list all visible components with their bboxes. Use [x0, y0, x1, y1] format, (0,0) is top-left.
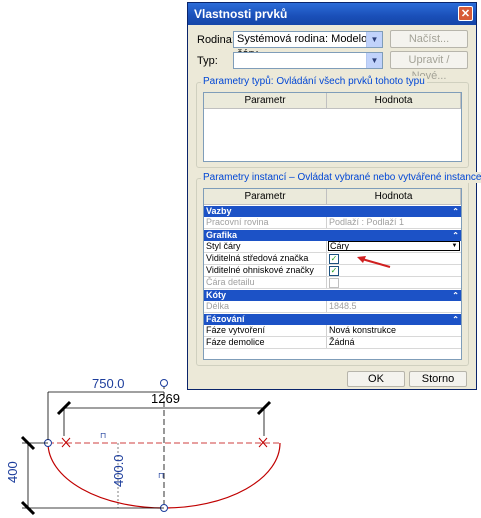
family-label: Rodina: — [197, 34, 235, 46]
type-label: Typ: — [197, 55, 218, 67]
center-mark-checkbox[interactable]: ✓ — [329, 254, 339, 264]
type-select[interactable]: ▼ — [233, 52, 383, 69]
param-row[interactable]: Délka 1848.5 — [204, 301, 461, 313]
close-icon[interactable]: ✕ — [458, 6, 473, 21]
dim-text-width[interactable]: 1269 — [151, 391, 180, 406]
load-button[interactable]: Načíst... — [390, 30, 468, 48]
dialog-title-bar[interactable]: Vlastnosti prvků ✕ — [188, 3, 476, 25]
param-row[interactable]: Čára detailu — [204, 277, 461, 289]
edit-new-button[interactable]: Upravit / Nové... — [390, 51, 468, 82]
chevron-up-icon[interactable]: ⌃ — [452, 314, 459, 325]
type-params-title: Parametry typů: Ovládání všech prvků toh… — [201, 76, 427, 87]
type-params-header-value[interactable]: Hodnota — [327, 93, 461, 108]
family-select[interactable]: Systémová rodina: Modelové čáry ▼ — [233, 31, 383, 60]
dim-text-radius[interactable]: 750.0 — [92, 376, 125, 391]
section-header-phasing[interactable]: Fázování ⌃ — [204, 313, 461, 325]
dialog-title: Vlastnosti prvků — [194, 7, 288, 21]
chevron-down-icon[interactable]: ▼ — [450, 242, 459, 250]
param-row[interactable]: Fáze vytvoření Nová konstrukce — [204, 325, 461, 337]
param-row[interactable]: Viditelné ohniskové značky ✓ — [204, 265, 461, 277]
instance-params-title: Parametry instancí – Ovládat vybrané neb… — [201, 172, 481, 183]
param-row[interactable]: Viditelná středová značka ✓ — [204, 253, 461, 265]
focus-marks-checkbox[interactable]: ✓ — [329, 266, 339, 276]
section-header-graphics[interactable]: Grafika ⌃ — [204, 229, 461, 241]
instance-params-table[interactable]: Parametr Hodnota Vazby ⌃ Pracovní rovina … — [203, 188, 462, 360]
param-row[interactable]: Fáze demolice Žádná — [204, 337, 461, 349]
element-properties-dialog: Vlastnosti prvků ✕ Rodina: Systémová rod… — [187, 2, 481, 390]
dim-text-height[interactable]: 400 — [5, 461, 20, 483]
chevron-down-icon[interactable]: ▼ — [366, 53, 382, 68]
param-row[interactable]: Styl čáry Čáry ▼ — [204, 241, 461, 253]
chevron-up-icon[interactable]: ⌃ — [452, 290, 459, 301]
detail-line-checkbox — [329, 278, 339, 288]
chevron-up-icon[interactable]: ⌃ — [452, 230, 459, 241]
dim-text-minor-radius[interactable]: 400.0 — [111, 454, 126, 487]
focus-marker-left — [61, 437, 71, 448]
type-params-table[interactable]: Parametr Hodnota — [203, 92, 462, 162]
type-params-header-param[interactable]: Parametr — [204, 93, 327, 108]
instance-params-header-value[interactable]: Hodnota — [327, 189, 461, 204]
chevron-down-icon[interactable]: ▼ — [366, 32, 382, 47]
type-params-group: Parametry typů: Ovládání všech prvků toh… — [196, 76, 469, 168]
section-header-constraints[interactable]: Vazby ⌃ — [204, 205, 461, 217]
focus-marker-right — [258, 437, 268, 448]
cancel-button[interactable]: Storno — [409, 371, 467, 387]
section-header-dimensions[interactable]: Kóty ⌃ — [204, 289, 461, 301]
lock-icon[interactable]: ⊓ — [100, 431, 106, 440]
param-row[interactable]: Pracovní rovina Podlaží : Podlaží 1 — [204, 217, 461, 229]
ok-button[interactable]: OK — [347, 371, 405, 387]
annotation-arrow-icon — [357, 256, 391, 268]
instance-params-header-param[interactable]: Parametr — [204, 189, 327, 204]
lock-icon[interactable]: ⊓ — [158, 471, 164, 480]
top-axis-grip[interactable] — [160, 379, 168, 387]
instance-params-group: Parametry instancí – Ovládat vybrané neb… — [196, 172, 481, 366]
chevron-up-icon[interactable]: ⌃ — [452, 206, 459, 217]
line-style-select[interactable]: Čáry ▼ — [328, 241, 460, 251]
